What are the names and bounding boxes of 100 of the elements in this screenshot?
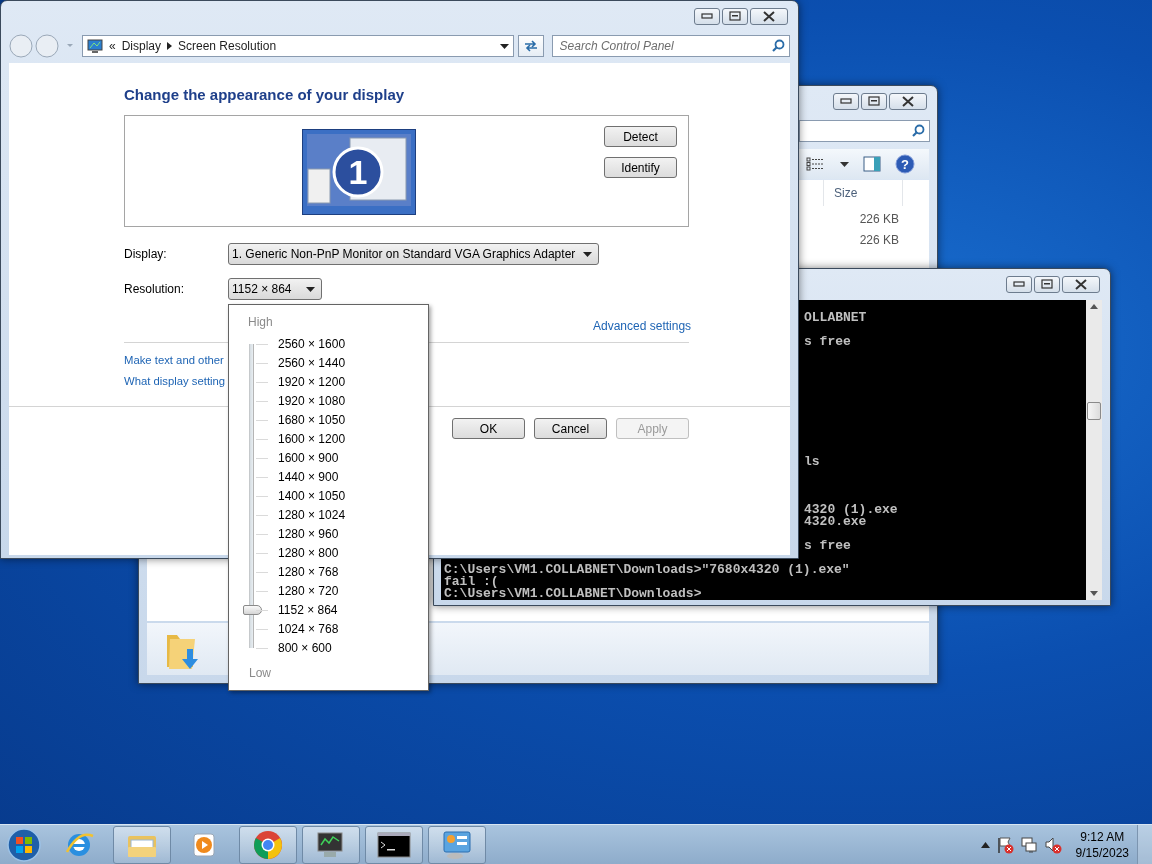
console-line: s free [803,336,852,348]
minimize-icon [840,98,852,104]
console-line: C:\Users\VM1.COLLABNET\Downloads> [443,588,703,600]
resolution-option[interactable]: 1152 × 864 [278,601,346,620]
taskbar-button[interactable] [302,825,360,864]
resolution-option[interactable]: 2560 × 1440 [278,354,346,373]
maximize-icon [1041,279,1053,289]
advanced-settings-link[interactable]: Advanced settings [593,319,692,333]
close-button[interactable] [889,92,927,110]
resolution-option[interactable]: 1280 × 1024 [278,506,346,525]
search-field[interactable]: Search Control Panel [551,35,790,57]
resolution-option[interactable]: 1400 × 1050 [278,487,346,506]
taskbar-button[interactable] [365,825,423,864]
dialog-button[interactable]: Cancel [534,418,607,439]
terminal-icon [377,831,411,858]
resolution-option[interactable]: 1600 × 900 [278,449,346,468]
play-icon [192,830,218,859]
console-line: C:\Users\VM1.COLLABNET\Downloads>"7680x4320 (1).exe" [443,564,851,576]
down-arrow-icon[interactable] [1090,591,1098,596]
console-line: 4320 (1).exe [803,504,899,516]
close-button[interactable] [750,7,788,25]
refresh-icon [522,39,539,53]
maximize-button[interactable] [722,7,748,25]
chrome-icon [252,828,284,861]
chevron-icon[interactable] [167,42,172,50]
dialog-button[interactable]: OK [452,418,525,439]
up-arrow-icon[interactable] [1090,304,1098,309]
monitor-drawing[interactable]: 1 [302,129,416,215]
file-size: 226 KB [859,212,899,226]
close-icon [901,95,915,107]
console-line: fail :( [443,576,499,588]
resolution-option[interactable]: 1280 × 800 [278,544,346,563]
resolution-option[interactable]: 1600 × 1200 [278,430,346,449]
resolution-option[interactable]: 800 × 600 [278,639,346,658]
field-label: Resolution: [124,282,186,296]
slider-thumb[interactable] [243,605,262,615]
column-header[interactable]: Size [823,180,903,206]
monitor-icon [86,39,103,53]
resolution-option[interactable]: 2560 × 1600 [278,335,346,354]
muted-speaker-icon[interactable] [1043,835,1062,854]
low-label: Low [249,666,272,680]
display-dropdown[interactable]: 1. Generic Non-PnP Monitor on Standard VGA Graphics Adapter [228,243,600,265]
resolution-option[interactable]: 1280 × 960 [278,525,346,544]
preview-pane-icon[interactable] [863,156,881,172]
resolution-option[interactable]: 1280 × 768 [278,563,346,582]
maximize-icon [868,96,880,106]
resolution-dropdown[interactable]: 1152 × 864 [228,278,322,300]
breadcrumb-item[interactable]: Screen Resolution [178,39,277,53]
flag-icon[interactable] [995,835,1014,854]
clock-date: 9/15/2023 [1075,844,1129,861]
caret-icon[interactable] [840,161,849,167]
console-line: s free [803,540,852,552]
field-label: Display: [124,247,168,261]
minimize-icon [1013,281,1025,287]
scrollbar-thumb[interactable] [1087,402,1101,420]
control-panel-icon [441,829,473,860]
clock[interactable]: 9:12 AM 9/15/2023 [1075,828,1129,861]
clock-time: 9:12 AM [1080,828,1125,845]
maximize-icon [729,11,741,21]
help-link[interactable]: What display setting [124,375,226,387]
console-line: ls [803,456,821,468]
breadcrumb-item[interactable]: Display [121,39,161,53]
caret-icon [583,251,593,257]
resolution-option[interactable]: 1440 × 900 [278,468,346,487]
close-button[interactable] [1062,275,1100,293]
resolution-option[interactable]: 1920 × 1080 [278,392,346,411]
resolution-option[interactable]: 1024 × 768 [278,620,346,639]
breadcrumb-prefix[interactable]: « [108,39,116,53]
refresh-button[interactable] [517,35,544,57]
search-field[interactable] [799,120,930,142]
caret-icon[interactable] [499,43,509,49]
close-icon [762,10,776,22]
scrollbar[interactable] [1086,300,1102,600]
view-list-icon[interactable] [806,157,826,171]
address-bar[interactable]: « Display Screen Resolution [81,35,514,57]
minimize-button[interactable] [833,92,859,110]
console-line: OLLABNET [803,312,868,324]
network-icon[interactable] [1019,835,1038,854]
resolution-option[interactable]: 1680 × 1050 [278,411,346,430]
minimize-icon [701,13,713,19]
search-icon [911,124,925,138]
detect-button[interactable]: Detect [604,126,677,147]
resolution-option[interactable]: 1280 × 720 [278,582,346,601]
high-label: High [248,315,274,329]
search-icon [771,39,785,53]
console-line: 4320.exe [803,516,867,528]
help-link[interactable]: Make text and other [124,354,224,366]
file-size: 226 KB [859,233,899,247]
start-button[interactable] [4,825,44,864]
maximize-button[interactable] [1034,275,1060,293]
show-hidden-icons-icon[interactable] [980,841,990,848]
maximize-button[interactable] [861,92,887,110]
minimize-button[interactable] [694,7,720,25]
resolution-option[interactable]: 1920 × 1200 [278,373,346,392]
minimize-button[interactable] [1006,275,1032,293]
help-icon[interactable]: ? [895,154,915,174]
identify-button[interactable]: Identify [604,157,677,178]
close-icon [1074,278,1088,290]
page-heading: Change the appearance of your display [124,86,406,103]
caret-icon [306,286,315,292]
